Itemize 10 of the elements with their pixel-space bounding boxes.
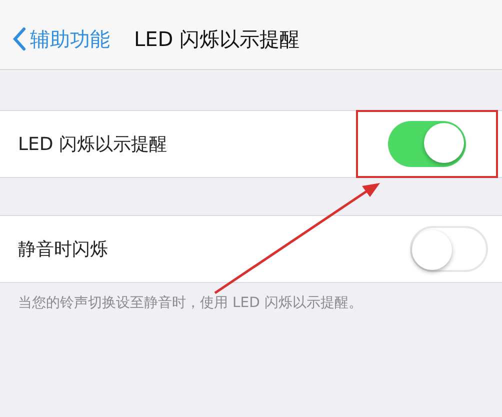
back-chevron-icon (12, 26, 26, 50)
footer-note: 当您的铃声切换设至静音时，使用 LED 闪烁以示提醒。 (17, 294, 364, 313)
toggle-switch[interactable] (410, 226, 488, 272)
toggle-switch[interactable] (388, 121, 466, 167)
row-label: 静音时闪烁 (18, 238, 108, 262)
nav-title: LED 闪烁以示提醒 (134, 26, 300, 52)
back-button[interactable]: 辅助功能 (12, 24, 110, 54)
switch-knob (424, 123, 464, 163)
row-label: LED 闪烁以示提醒 (18, 132, 167, 156)
switch-knob (412, 230, 452, 270)
